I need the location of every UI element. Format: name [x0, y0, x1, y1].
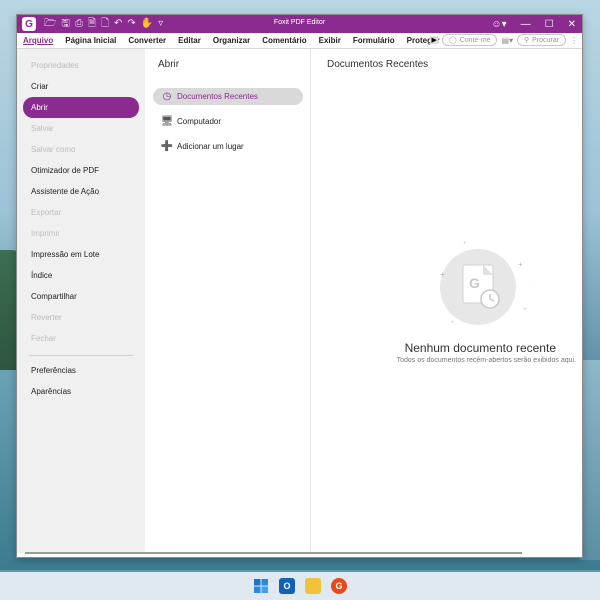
- file-explorer-icon[interactable]: [305, 578, 321, 594]
- redo-icon[interactable]: ↷: [127, 19, 135, 29]
- tell-me-box[interactable]: ◯ Conte-me: [441, 34, 498, 46]
- tab-comentario[interactable]: Comentário: [256, 36, 312, 45]
- svg-text:+: +: [440, 270, 445, 279]
- lightbulb-icon: ◯: [448, 37, 457, 44]
- svg-text:+: +: [523, 306, 527, 313]
- open-folder-icon[interactable]: 🗁: [44, 19, 56, 29]
- more-options-icon[interactable]: ⋮: [570, 36, 578, 45]
- open-option-recent[interactable]: ◷ Documentos Recentes: [153, 88, 303, 105]
- menu-imprimir[interactable]: Imprimir: [23, 223, 139, 244]
- more-tabs-arrow-icon[interactable]: ▶: [430, 36, 438, 44]
- customize-toolbar-icon[interactable]: ▿: [158, 19, 163, 29]
- tab-exibir[interactable]: Exibir: [313, 36, 347, 45]
- title-bar: G 🗁 🖫 ⎙ 🗎 🗋 ↶ ↷ ✋ ▿ Foxit PDF Editor ☺▾ …: [17, 15, 582, 33]
- save-icon[interactable]: 🖫: [61, 19, 70, 29]
- menu-preferencias[interactable]: Preferências: [23, 360, 139, 381]
- horizontal-scrollbar[interactable]: [25, 552, 522, 554]
- menu-otimizador-pdf[interactable]: Otimizador de PDF: [23, 160, 139, 181]
- monitor-icon: 🖥: [160, 116, 174, 127]
- menu-criar[interactable]: Criar: [23, 76, 139, 97]
- tab-organizar[interactable]: Organizar: [207, 36, 256, 45]
- svg-text:+: +: [451, 320, 455, 326]
- hand-tool-icon[interactable]: ✋: [141, 19, 153, 29]
- outlook-icon[interactable]: O: [279, 578, 295, 594]
- menu-salvar[interactable]: Salvar: [23, 118, 139, 139]
- print-icon[interactable]: ⎙: [75, 19, 83, 29]
- empty-state-subtitle: Todos os documentos recém-abertos serão …: [396, 357, 576, 364]
- desktop-background-right: [580, 360, 600, 560]
- menu-assistente-acao[interactable]: Assistente de Ação: [23, 181, 139, 202]
- create-icon[interactable]: 🗎: [88, 19, 96, 29]
- menu-impressao-lote[interactable]: Impressão em Lote: [23, 244, 139, 265]
- ribbon-tabs: Arquivo Página Inicial Converter Editar …: [17, 33, 582, 49]
- foxit-taskbar-icon[interactable]: G: [331, 578, 347, 594]
- tab-converter[interactable]: Converter: [122, 36, 172, 45]
- menu-salvar-como[interactable]: Salvar como: [23, 139, 139, 160]
- window-controls: ☺▾ — ☐ ✕: [491, 15, 576, 33]
- foxit-logo-icon[interactable]: G: [22, 17, 36, 31]
- search-box[interactable]: ⚲ Procurar: [517, 34, 566, 46]
- tab-arquivo[interactable]: Arquivo: [17, 36, 59, 45]
- menu-indice[interactable]: Índice: [23, 265, 139, 286]
- menu-divider: [29, 355, 133, 356]
- backstage-menu: Propriedades Criar Abrir Salvar Salvar c…: [17, 49, 145, 553]
- open-panel: Abrir ◷ Documentos Recentes 🖥 Computador…: [145, 49, 311, 553]
- open-option-computer-label: Computador: [177, 117, 222, 126]
- taskbar: O G: [0, 572, 600, 600]
- account-icon[interactable]: ☺▾: [491, 19, 506, 30]
- svg-text:G: G: [469, 275, 480, 291]
- empty-recent-illustration: G + + + + + ·: [440, 241, 531, 326]
- recent-documents-title: Documentos Recentes: [327, 59, 429, 70]
- menu-fechar[interactable]: Fechar: [23, 328, 139, 349]
- tab-formulario[interactable]: Formulário: [347, 36, 401, 45]
- svg-text:+: +: [518, 260, 523, 269]
- open-option-add-place-label: Adicionar um lugar: [177, 142, 244, 151]
- layout-dropdown-icon[interactable]: ▤▾: [501, 36, 513, 45]
- open-option-add-place[interactable]: ➕ Adicionar um lugar: [153, 138, 303, 155]
- new-doc-icon[interactable]: 🗋: [101, 19, 109, 29]
- search-placeholder: Procurar: [532, 36, 559, 44]
- svg-text:·: ·: [529, 283, 531, 289]
- menu-exportar[interactable]: Exportar: [23, 202, 139, 223]
- menu-aparencias[interactable]: Aparências: [23, 381, 139, 402]
- ribbon-tools: ▶ ◯ Conte-me ▤▾ ⚲ Procurar ⋮: [430, 34, 578, 46]
- maximize-button[interactable]: ☐: [545, 19, 554, 30]
- clock-icon: ◷: [162, 91, 172, 102]
- open-option-computer[interactable]: 🖥 Computador: [153, 113, 303, 130]
- svg-text:+: +: [463, 241, 467, 247]
- minimize-button[interactable]: —: [521, 19, 531, 30]
- menu-propriedades[interactable]: Propriedades: [23, 55, 139, 76]
- recent-documents-panel: Documentos Recentes G + + + + + · Nenhum…: [311, 49, 582, 553]
- add-place-icon: ➕: [160, 141, 174, 152]
- open-option-recent-label: Documentos Recentes: [177, 92, 258, 101]
- foxit-window: G 🗁 🖫 ⎙ 🗎 🗋 ↶ ↷ ✋ ▿ Foxit PDF Editor ☺▾ …: [16, 14, 583, 558]
- close-button[interactable]: ✕: [568, 19, 576, 30]
- menu-reverter[interactable]: Reverter: [23, 307, 139, 328]
- menu-abrir[interactable]: Abrir: [23, 97, 139, 118]
- search-icon: ⚲: [524, 37, 530, 44]
- quick-access-toolbar: 🗁 🖫 ⎙ 🗎 🗋 ↶ ↷ ✋ ▿: [44, 19, 163, 29]
- windows-start-icon[interactable]: [253, 578, 269, 594]
- open-panel-title: Abrir: [158, 59, 180, 70]
- empty-state-title: Nenhum documento recente: [404, 341, 556, 355]
- menu-compartilhar[interactable]: Compartilhar: [23, 286, 139, 307]
- tab-editar[interactable]: Editar: [172, 36, 207, 45]
- undo-icon[interactable]: ↶: [114, 19, 122, 29]
- tab-pagina-inicial[interactable]: Página Inicial: [59, 36, 122, 45]
- tell-me-placeholder: Conte-me: [459, 36, 491, 44]
